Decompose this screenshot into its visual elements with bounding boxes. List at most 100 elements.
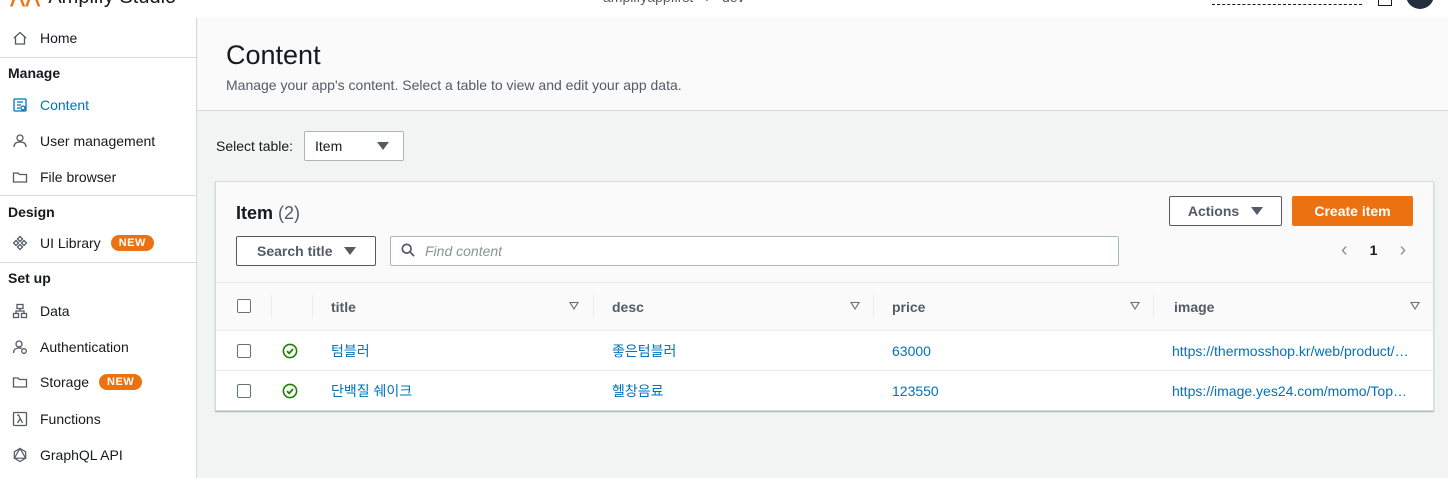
- chevron-right-icon: ›: [705, 0, 710, 5]
- env-link[interactable]: [1212, 4, 1362, 5]
- chevron-right-icon[interactable]: ›: [1399, 240, 1406, 260]
- sidebar-item-label: Storage: [40, 374, 90, 390]
- table-select[interactable]: Item: [304, 131, 404, 161]
- sidebar-item-label: Functions: [40, 411, 101, 427]
- divider: [0, 57, 196, 58]
- create-item-button[interactable]: Create item: [1292, 196, 1413, 226]
- top-bar: ⋀⋀ Amplify Studio amplifyappfirst › dev: [0, 0, 1448, 18]
- actions-button[interactable]: Actions: [1169, 196, 1282, 226]
- sidebar-item-label: GraphQL API: [40, 447, 123, 463]
- column-header-label: desc: [612, 299, 644, 315]
- sidebar-item-file-browser[interactable]: File browser: [0, 163, 196, 191]
- panel-header: Item (2) Actions Create item Search titl…: [216, 182, 1433, 283]
- breadcrumb-env[interactable]: dev: [722, 0, 745, 5]
- sidebar-item-user-management[interactable]: User management: [0, 127, 196, 155]
- deploy-icon[interactable]: [1378, 0, 1392, 6]
- column-header-price[interactable]: price: [874, 283, 1154, 331]
- column-header-title[interactable]: title: [313, 283, 593, 331]
- caret-down-icon: [1251, 207, 1264, 215]
- lambda-icon: [12, 411, 28, 427]
- cell-title[interactable]: 텀블러: [331, 331, 581, 371]
- table-row[interactable]: 텀블러 좋은텀블러 63000 https://thermosshop.kr/w…: [216, 331, 1433, 371]
- create-item-label: Create item: [1314, 203, 1391, 219]
- app-brand[interactable]: ⋀⋀ Amplify Studio: [10, 0, 176, 9]
- search-icon: [401, 242, 415, 260]
- search-field-value: Search title: [257, 243, 333, 259]
- section-design: Design: [8, 204, 55, 220]
- sidebar-item-label: Home: [40, 30, 78, 46]
- current-page[interactable]: 1: [1370, 242, 1378, 258]
- breadcrumb-app[interactable]: amplifyappfirst: [603, 0, 693, 5]
- column-divider: [271, 295, 272, 319]
- sidebar-item-label: Content: [40, 97, 90, 113]
- section-manage: Manage: [8, 65, 61, 81]
- content-icon: [12, 97, 28, 113]
- divider: [0, 195, 196, 196]
- table-row[interactable]: 단백질 쉐이크 헬창음료 123550 https://image.yes24.…: [216, 371, 1433, 411]
- cell-desc[interactable]: 좋은텀블러: [612, 331, 862, 371]
- cell-image[interactable]: https://image.yes24.com/momo/TopCate/sha…: [1172, 371, 1412, 411]
- page-header: Content Manage your app's content. Selec…: [198, 18, 1448, 111]
- cell-desc[interactable]: 헬창음료: [612, 371, 862, 411]
- new-badge: NEW: [99, 374, 143, 390]
- page-description: Manage your app's content. Select a tabl…: [226, 77, 682, 93]
- content-table-panel: Item (2) Actions Create item Search titl…: [215, 181, 1434, 411]
- divider: [0, 262, 196, 263]
- data-model-icon: [12, 303, 28, 319]
- chevron-left-icon[interactable]: ‹: [1341, 240, 1348, 260]
- search-field-select[interactable]: Search title: [236, 236, 376, 266]
- sidebar-item-label: UI Library: [40, 235, 101, 251]
- column-header-label: title: [331, 299, 356, 315]
- search-input[interactable]: [425, 243, 1105, 259]
- column-header-desc[interactable]: desc: [594, 283, 874, 331]
- cell-title[interactable]: 단백질 쉐이크: [331, 371, 581, 411]
- breadcrumb: amplifyappfirst › dev: [603, 0, 745, 5]
- row-checkbox[interactable]: [237, 384, 251, 398]
- amplify-logo-icon: ⋀⋀: [10, 0, 40, 8]
- sidebar-item-content[interactable]: Content: [0, 91, 196, 119]
- sort-icon: [569, 302, 579, 310]
- row-checkbox[interactable]: [237, 344, 251, 358]
- sort-icon: [1410, 302, 1420, 310]
- column-header-label: image: [1174, 299, 1215, 315]
- panel-count: (2): [278, 203, 301, 223]
- avatar[interactable]: [1406, 0, 1434, 9]
- sidebar-item-label: Authentication: [40, 339, 129, 355]
- cell-price[interactable]: 63000: [892, 331, 1142, 371]
- sidebar-item-data[interactable]: Data: [0, 297, 196, 325]
- sidebar-item-functions[interactable]: Functions: [0, 405, 196, 433]
- pagination: ‹ 1 ›: [1341, 240, 1406, 260]
- caret-down-icon: [344, 247, 357, 255]
- sidebar-item-label: Data: [40, 303, 70, 319]
- panel-title: Item (2): [236, 203, 300, 224]
- status-success-icon: [282, 383, 298, 399]
- column-header-image[interactable]: image: [1154, 283, 1434, 331]
- sidebar-item-label: File browser: [40, 169, 117, 185]
- folder-icon: [12, 374, 28, 390]
- page-title: Content: [226, 40, 321, 70]
- app-title: Amplify Studio: [48, 0, 176, 9]
- table-header: title desc price image: [216, 283, 1433, 331]
- sidebar-item-home[interactable]: Home: [0, 24, 196, 52]
- search-box: [390, 236, 1119, 266]
- select-all-checkbox[interactable]: [237, 299, 251, 313]
- authentication-icon: [12, 339, 28, 355]
- new-badge: NEW: [110, 235, 154, 251]
- cell-price[interactable]: 123550: [892, 371, 1142, 411]
- actions-label: Actions: [1187, 203, 1240, 219]
- sidebar-item-storage[interactable]: Storage NEW: [0, 368, 196, 396]
- sidebar-item-authentication[interactable]: Authentication: [0, 333, 196, 361]
- sidebar-item-graphql-api[interactable]: GraphQL API: [0, 441, 196, 469]
- select-table-label: Select table:: [216, 138, 294, 154]
- table-select-value: Item: [315, 138, 343, 154]
- column-header-label: price: [892, 299, 926, 315]
- section-setup: Set up: [8, 270, 51, 286]
- sort-icon: [850, 302, 860, 310]
- cell-image[interactable]: https://thermosshop.kr/web/product/mediu…: [1172, 331, 1412, 371]
- folder-icon: [12, 169, 28, 185]
- status-success-icon: [282, 343, 298, 359]
- panel-title-text: Item: [236, 203, 274, 223]
- sort-icon: [1130, 302, 1140, 310]
- sidebar-item-ui-library[interactable]: UI Library NEW: [0, 229, 196, 257]
- graphql-icon: [12, 447, 28, 463]
